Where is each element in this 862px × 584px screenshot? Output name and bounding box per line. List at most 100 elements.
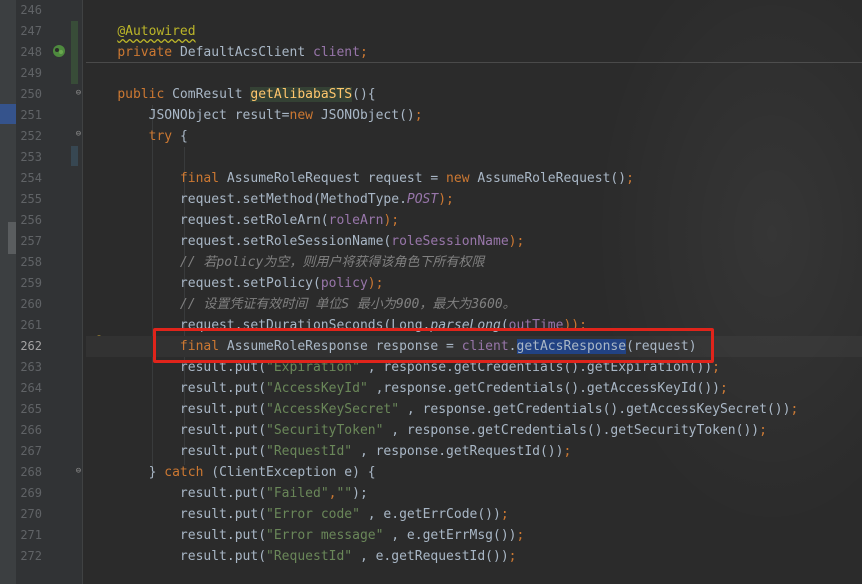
method-name: getAlibabaSTS [250,87,353,102]
code-line-258[interactable]: // 若policy为空，则用户将获得该角色下所有权限 [86,252,862,273]
field-ref: policy [320,276,368,291]
code-area[interactable]: @Autowired private DefaultAcsClient clie… [86,0,862,584]
line-number-254[interactable]: 254 [16,168,42,189]
line-number-247[interactable]: 247 [16,21,42,42]
code-text: } [117,465,165,480]
code-line-248[interactable]: private DefaultAcsClient client; [86,42,862,63]
code-text: result.put( [117,549,267,564]
punct: ); [438,192,454,207]
code-line-265[interactable]: result.put("AccessKeySecret" , response.… [86,399,862,420]
type-name: ComResult [172,87,251,102]
code-line-251[interactable]: JSONObject result=new JSONObject(); [86,105,862,126]
keyword: private [117,45,180,60]
line-number-268[interactable]: 268 [16,462,42,483]
line-number-267[interactable]: 267 [16,441,42,462]
punct: ; [516,528,525,543]
code-text: request.setDurationSeconds(Long. [117,318,431,333]
code-line-264[interactable]: result.put("AccessKeyId" ,response.getCr… [86,378,862,399]
line-number-272[interactable]: 272 [16,546,42,567]
comment: // 若policy为空，则用户将获得该角色下所有权限 [117,255,485,270]
code-line-268[interactable]: } catch (ClientException e) { [86,462,862,483]
code-text: AssumeRoleRequest() [477,171,627,186]
code-line-263[interactable]: result.put("Expiration" , response.getCr… [86,357,862,378]
code-text: result.put( [117,423,267,438]
code-text: , e.getErrMsg()) [391,528,517,543]
left-tool-strip [0,0,16,584]
vcs-added-marker[interactable] [71,21,78,84]
code-line-257[interactable]: request.setRoleSessionName(roleSessionNa… [86,231,862,252]
code-line-262[interactable]: final AssumeRoleResponse response = clie… [86,336,862,357]
bean-icon[interactable] [52,44,66,58]
enum-constant: POST [406,192,439,207]
code-line-256[interactable]: request.setRoleArn(roleArn); [86,210,862,231]
line-number-269[interactable]: 269 [16,483,42,504]
code-text: result.put( [117,381,267,396]
punct: ); [383,213,400,228]
line-number-266[interactable]: 266 [16,420,42,441]
code-line-261[interactable]: request.setDurationSeconds(Long.parseLon… [86,315,862,336]
strip-scroll-marker[interactable] [8,222,16,254]
line-number-264[interactable]: 264 [16,378,42,399]
code-text: JSONObject result= [117,108,290,123]
code-text: result.put( [117,444,267,459]
code-editor[interactable]: ⊖ ⊖ ⊖ 246 247 248 249 250 251 252 253 254 255 256 2… [0,0,862,584]
line-number-258[interactable]: 258 [16,252,42,273]
line-number-250[interactable]: 250 [16,84,42,105]
line-number-260[interactable]: 260 [16,294,42,315]
line-gutter[interactable]: ⊖ ⊖ ⊖ 246 247 248 249 250 251 252 253 254 255 256 2… [16,0,82,584]
keyword: final [117,339,227,354]
code-text: result.put( [117,360,267,375]
line-number-271[interactable]: 271 [16,525,42,546]
line-number-262[interactable]: 262 [16,336,42,357]
keyword: final [117,171,227,186]
code-line-270[interactable]: result.put("Error code" , e.getErrCode()… [86,504,862,525]
field-ref: roleArn [328,213,384,228]
code-text: AssumeRoleRequest request = [226,171,447,186]
punct: ; [508,549,517,564]
line-number-252[interactable]: 252 [16,126,42,147]
code-line-266[interactable]: result.put("SecurityToken" , response.ge… [86,420,862,441]
code-line-271[interactable]: result.put("Error message" , e.getErrMsg… [86,525,862,546]
line-number-256[interactable]: 256 [16,210,42,231]
string-literal: "RequestId" [266,444,360,459]
keyword: try [117,129,180,144]
code-line-259[interactable]: request.setPolicy(policy); [86,273,862,294]
line-number-253[interactable]: 253 [16,147,42,168]
code-text: result.put( [117,486,267,501]
code-text: AssumeRoleResponse response = [226,339,462,354]
line-number-249[interactable]: 249 [16,63,42,84]
code-text: result.put( [117,507,267,522]
code-line-255[interactable]: request.setMethod(MethodType.POST); [86,189,862,210]
code-line-267[interactable]: result.put("RequestId" , response.getReq… [86,441,862,462]
code-text: ); [352,486,368,501]
line-number-257[interactable]: 257 [16,231,42,252]
line-number-265[interactable]: 265 [16,399,42,420]
code-line-250[interactable]: public ComResult getAlibabaSTS(){ [86,84,862,105]
code-text: request.setRoleSessionName( [117,234,392,249]
code-text: . [508,339,517,354]
line-number-251[interactable]: 251 [16,105,42,126]
line-number-259[interactable]: 259 [16,273,42,294]
code-line-247[interactable]: @Autowired [86,21,862,42]
line-number-261[interactable]: 261 [16,315,42,336]
punct: ); [508,234,525,249]
keyword: public [117,87,173,102]
code-line-272[interactable]: result.put("RequestId" , e.getRequestId(… [86,546,862,567]
line-number-255[interactable]: 255 [16,189,42,210]
code-line-252[interactable]: try { [86,126,862,147]
string-literal: "AccessKeyId" [266,381,376,396]
code-line-260[interactable]: // 设置凭证有效时间 单位S 最小为900，最大为3600。 [86,294,862,315]
code-text: , response.getCredentials().getAccessKey… [406,402,791,417]
line-number-246[interactable]: 246 [16,0,42,21]
vcs-modified-marker[interactable] [71,146,78,166]
selected-method[interactable]: getAcsResponse [516,339,627,354]
code-line-254[interactable]: final AssumeRoleRequest request = new As… [86,168,862,189]
punct: ; [359,45,368,60]
punct: ; [790,402,799,417]
line-number-270[interactable]: 270 [16,504,42,525]
line-number-248[interactable]: 248 [16,42,42,63]
code-line-269[interactable]: result.put("Failed",""); [86,483,862,504]
line-number-263[interactable]: 263 [16,357,42,378]
code-text: (request) [626,339,697,354]
keyword: new [289,108,321,123]
